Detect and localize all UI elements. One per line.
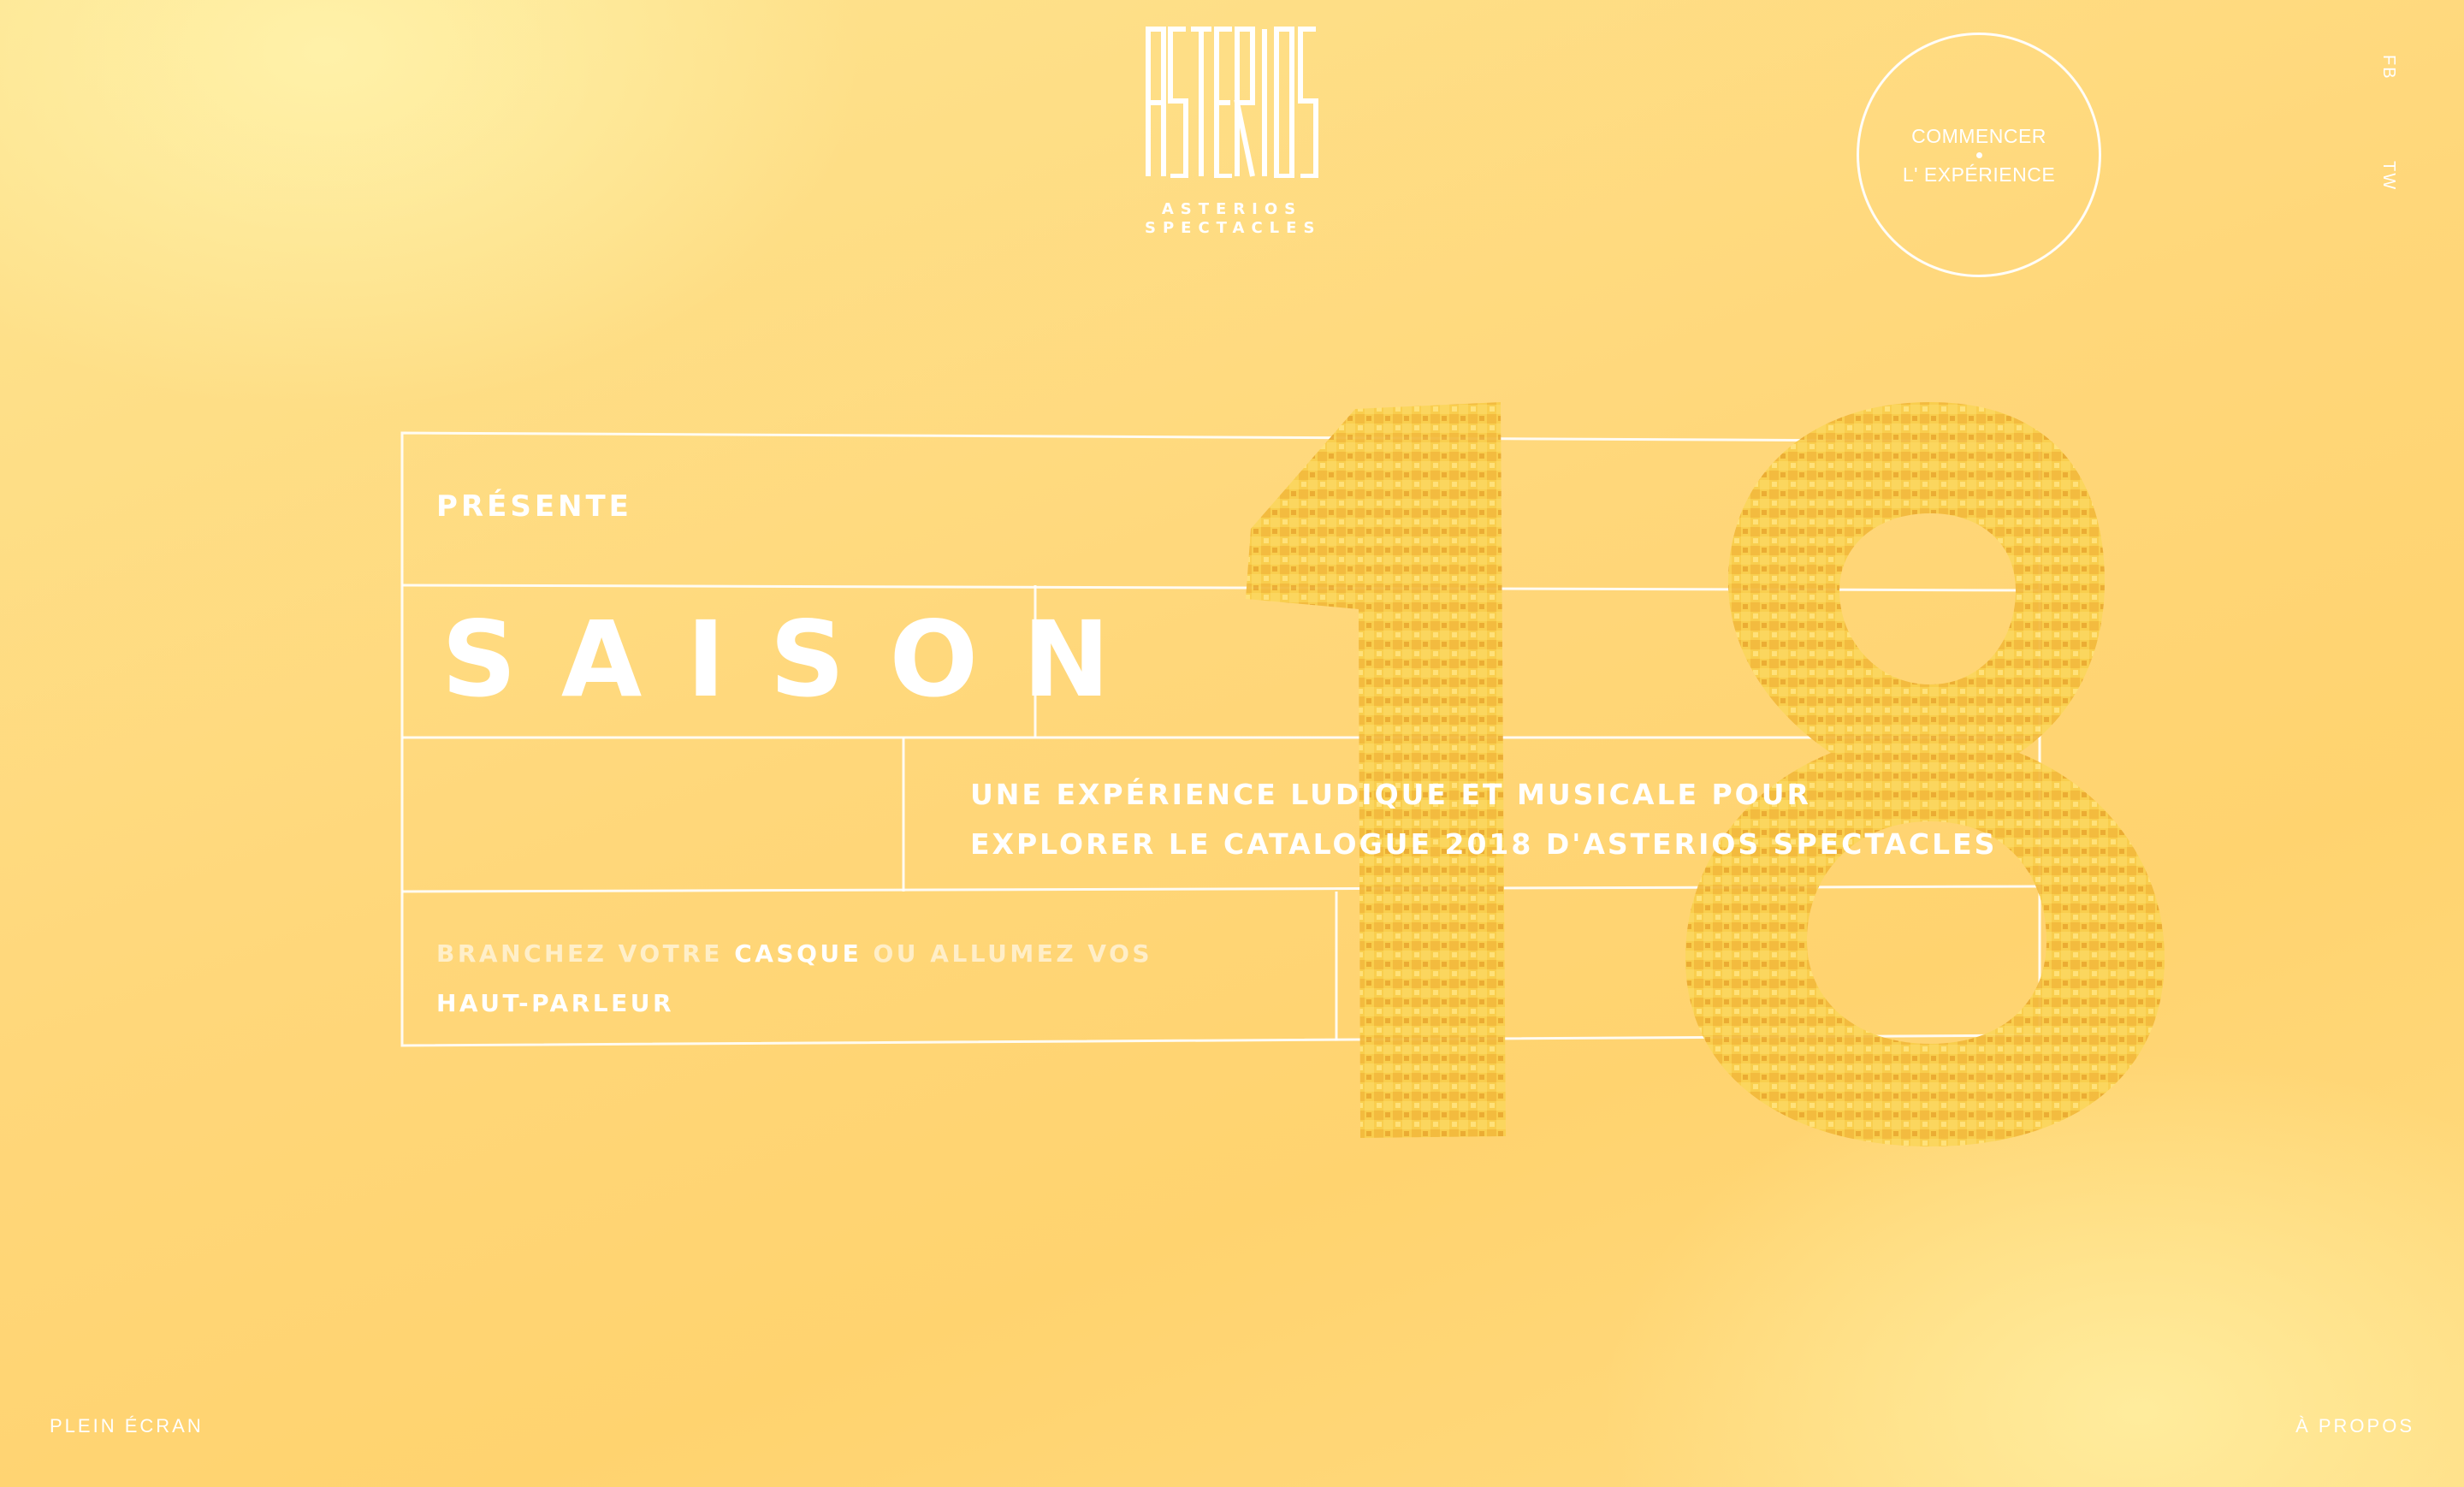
intro-description-line1: UNE EXPÉRIENCE LUDIQUE ET MUSICALE POUR [970, 778, 1811, 811]
season-title: SAISON [441, 599, 1155, 720]
start-experience-line1: COMMENCER [1911, 124, 2046, 147]
twitter-link[interactable]: TW [2378, 161, 2398, 191]
start-experience-button[interactable]: COMMENCER L' EXPÉRIENCE [1857, 33, 2101, 277]
audio-hint: BRANCHEZ VOTRE CASQUE OU ALLUMEZ VOS HAU… [436, 929, 1152, 1028]
facebook-link[interactable]: FB [2378, 55, 2398, 80]
presente-label: PRÉSENTE [436, 489, 632, 524]
start-experience-line2: L' EXPÉRIENCE [1902, 163, 2056, 186]
logo-caption-line2: SPECTACLES [1145, 219, 1322, 237]
dot-separator-icon [1975, 151, 1982, 158]
audio-hint-part2: OU ALLUMEZ VOS [862, 939, 1153, 968]
logo-caption-line1: ASTERIOS [1161, 200, 1303, 218]
logo-caption: ASTERIOS SPECTACLES [1145, 200, 1319, 238]
fullscreen-button[interactable]: PLEIN ÉCRAN [50, 1415, 204, 1437]
asterios-logo-mark-icon [1146, 27, 1318, 178]
intro-description: UNE EXPÉRIENCE LUDIQUE ET MUSICALE POUR … [970, 770, 1997, 869]
about-link[interactable]: À PROPOS [2295, 1415, 2414, 1437]
asterios-logo[interactable]: ASTERIOS SPECTACLES [1145, 24, 1319, 238]
intro-description-line2: EXPLORER LE CATALOGUE 2018 D'ASTERIOS SP… [970, 827, 1998, 861]
audio-hint-part1: BRANCHEZ VOTRE [436, 939, 735, 968]
audio-hint-line2: HAUT-PARLEUR [436, 989, 675, 1017]
audio-hint-casque: CASQUE [734, 939, 862, 968]
